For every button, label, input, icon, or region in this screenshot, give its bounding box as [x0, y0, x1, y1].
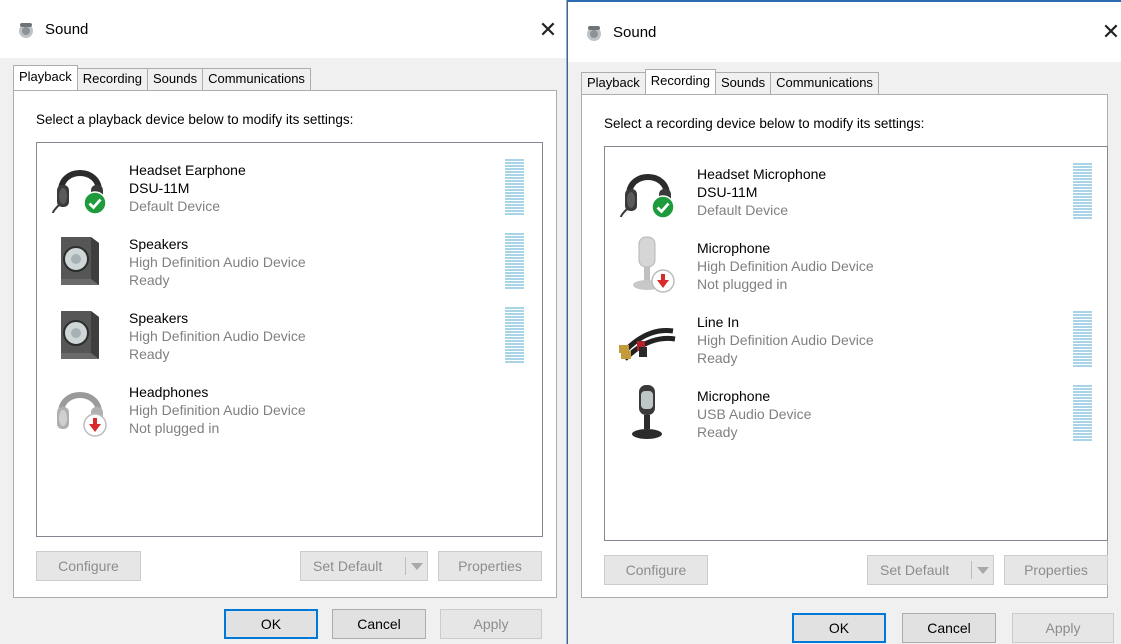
- device-item[interactable]: Speakers High Definition Audio Device Re…: [37, 297, 542, 371]
- device-name: Headset Microphone: [697, 166, 827, 182]
- tab-sounds[interactable]: Sounds: [147, 68, 204, 90]
- split-separator: [405, 557, 406, 575]
- device-name: Microphone: [697, 240, 771, 256]
- device-status: Default Device: [697, 202, 789, 218]
- sound-dialog-recording: Sound ✕ Playback Recording Sounds Commun…: [567, 0, 1121, 644]
- close-button[interactable]: ✕: [1093, 14, 1121, 50]
- set-default-label: Set Default: [313, 558, 383, 574]
- unplugged-arrow-icon: [651, 269, 675, 293]
- line-in-cable-icon: [617, 307, 679, 369]
- set-default-button[interactable]: Set Default: [300, 551, 428, 581]
- sound-dialog-playback: Sound ✕ Playback Recording Sounds Commun…: [0, 0, 567, 644]
- speaker-icon: [49, 303, 111, 365]
- level-meter: [1073, 311, 1092, 368]
- device-name: Speakers: [129, 236, 189, 252]
- usb-microphone-icon: [617, 381, 679, 443]
- device-list: Headset Microphone DSU-11M Default Devic…: [604, 146, 1108, 541]
- chevron-down-icon[interactable]: [411, 563, 423, 570]
- device-list: Headset Earphone DSU-11M Default Device …: [36, 142, 543, 537]
- cancel-button[interactable]: Cancel: [332, 609, 426, 639]
- default-check-icon: [651, 195, 675, 219]
- device-description: High Definition Audio Device: [697, 258, 874, 274]
- instruction-text: Select a recording device below to modif…: [604, 116, 925, 131]
- configure-button[interactable]: Configure: [36, 551, 141, 581]
- default-check-icon: [83, 191, 107, 215]
- device-name: Microphone: [697, 388, 771, 404]
- device-description: High Definition Audio Device: [129, 328, 306, 344]
- instruction-text: Select a playback device below to modify…: [36, 112, 354, 127]
- device-name: Headset Earphone: [129, 162, 246, 178]
- ok-button[interactable]: OK: [224, 609, 318, 639]
- level-meter: [505, 233, 524, 290]
- properties-button[interactable]: Properties: [438, 551, 542, 581]
- device-status: Not plugged in: [129, 420, 220, 436]
- device-status: Ready: [697, 350, 738, 366]
- split-separator: [971, 561, 972, 579]
- device-status: Default Device: [129, 198, 221, 214]
- device-description: USB Audio Device: [697, 406, 812, 422]
- ok-button[interactable]: OK: [792, 613, 886, 643]
- device-description: DSU-11M: [697, 184, 758, 200]
- tab-communications[interactable]: Communications: [770, 72, 879, 94]
- window-title: Sound: [45, 21, 89, 38]
- device-status: Ready: [129, 346, 170, 362]
- dialog-client-area: Playback Recording Sounds Communications…: [0, 58, 566, 644]
- device-description: High Definition Audio Device: [129, 402, 306, 418]
- close-button[interactable]: ✕: [530, 12, 566, 48]
- level-meter: [505, 159, 524, 216]
- tab-playback[interactable]: Playback: [581, 72, 646, 94]
- device-item[interactable]: Line In High Definition Audio Device Rea…: [605, 301, 1107, 375]
- title-bar: Sound ✕: [0, 0, 566, 58]
- cancel-button[interactable]: Cancel: [902, 613, 996, 643]
- apply-button[interactable]: Apply: [440, 609, 542, 639]
- device-item[interactable]: Microphone USB Audio Device Ready: [605, 375, 1107, 449]
- tab-panel: Select a recording device below to modif…: [581, 94, 1108, 598]
- chevron-down-icon[interactable]: [977, 567, 989, 574]
- device-item[interactable]: Microphone High Definition Audio Device …: [605, 227, 1107, 301]
- level-meter: [505, 307, 524, 364]
- device-item[interactable]: Headset Microphone DSU-11M Default Devic…: [605, 153, 1107, 227]
- tab-recording[interactable]: Recording: [76, 68, 149, 90]
- device-status: Ready: [697, 424, 738, 440]
- device-item[interactable]: Headphones High Definition Audio Device …: [37, 371, 542, 445]
- tab-sounds[interactable]: Sounds: [715, 72, 772, 94]
- tab-panel: Select a playback device below to modify…: [13, 90, 557, 598]
- speaker-icon: [49, 229, 111, 291]
- device-description: DSU-11M: [129, 180, 190, 196]
- tab-strip: Playback Recording Sounds Communications: [13, 65, 311, 90]
- close-icon: ✕: [1101, 19, 1121, 44]
- close-icon: ✕: [538, 17, 558, 42]
- tab-communications[interactable]: Communications: [202, 68, 311, 90]
- level-meter: [1073, 163, 1092, 220]
- set-default-button[interactable]: Set Default: [867, 555, 994, 585]
- configure-button[interactable]: Configure: [604, 555, 708, 585]
- window-title: Sound: [613, 24, 657, 41]
- properties-button[interactable]: Properties: [1004, 555, 1108, 585]
- tab-strip: Playback Recording Sounds Communications: [581, 69, 879, 94]
- set-default-label: Set Default: [880, 562, 950, 578]
- device-name: Speakers: [129, 310, 189, 326]
- device-status: Not plugged in: [697, 276, 788, 292]
- device-item[interactable]: Speakers High Definition Audio Device Re…: [37, 223, 542, 297]
- device-name: Headphones: [129, 384, 209, 400]
- dialog-client-area: Playback Recording Sounds Communications…: [568, 62, 1121, 644]
- device-description: High Definition Audio Device: [129, 254, 306, 270]
- sound-app-icon: [17, 21, 35, 39]
- device-item[interactable]: Headset Earphone DSU-11M Default Device: [37, 149, 542, 223]
- sound-app-icon: [585, 24, 603, 42]
- tab-recording[interactable]: Recording: [644, 69, 717, 94]
- device-status: Ready: [129, 272, 170, 288]
- unplugged-arrow-icon: [83, 413, 107, 437]
- tab-playback[interactable]: Playback: [13, 65, 78, 90]
- title-bar: Sound ✕: [568, 2, 1121, 60]
- device-name: Line In: [697, 314, 740, 330]
- apply-button[interactable]: Apply: [1012, 613, 1114, 643]
- device-description: High Definition Audio Device: [697, 332, 874, 348]
- level-meter: [1073, 385, 1092, 442]
